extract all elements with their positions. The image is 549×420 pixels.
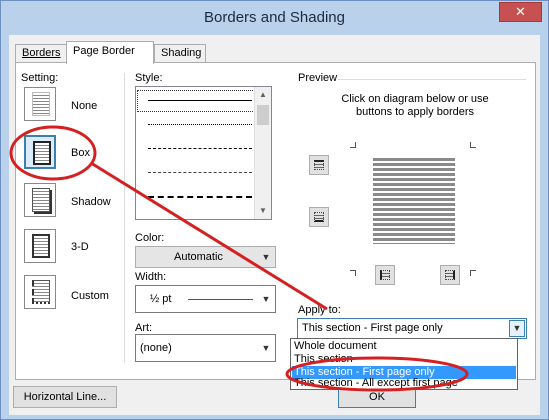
style-dashed-small[interactable] bbox=[136, 137, 260, 161]
tab-label: Shading bbox=[161, 47, 202, 59]
style-label: Style: bbox=[135, 72, 163, 84]
page-icon bbox=[32, 188, 50, 212]
preview-label: Preview bbox=[298, 72, 338, 84]
dropdown-option[interactable]: This section - All except first page bbox=[292, 377, 516, 390]
apply-to-label: Apply to: bbox=[298, 304, 341, 316]
style-solid[interactable] bbox=[136, 89, 260, 113]
corner-mark bbox=[470, 270, 476, 276]
close-button[interactable]: ✕ bbox=[499, 2, 542, 22]
preview-text-lines bbox=[373, 156, 455, 244]
tab-shading[interactable]: Shading bbox=[154, 44, 206, 63]
chevron-down-icon[interactable]: ▼ bbox=[509, 320, 525, 337]
setting-none-icon[interactable] bbox=[24, 87, 56, 121]
art-combo[interactable]: (none) ▼ bbox=[135, 334, 276, 362]
apply-to-combo[interactable]: This section - First page only ▼ bbox=[297, 318, 527, 339]
left-border-button[interactable] bbox=[375, 265, 395, 285]
corner-mark bbox=[470, 142, 476, 148]
color-combo[interactable]: Automatic ▼ bbox=[135, 246, 276, 268]
page-icon bbox=[33, 141, 51, 165]
setting-shadow-label[interactable]: Shadow bbox=[71, 196, 111, 208]
style-dash-dot[interactable] bbox=[136, 161, 260, 185]
page-border-panel: Setting: None Box Shadow 3-D Custom Styl… bbox=[15, 62, 536, 380]
dropdown-option[interactable]: Whole document bbox=[292, 340, 516, 353]
tab-label: Page Border bbox=[73, 45, 135, 57]
style-dashed-large[interactable] bbox=[136, 185, 260, 209]
art-label: Art: bbox=[135, 322, 153, 334]
line-sample bbox=[148, 148, 252, 149]
chevron-down-icon[interactable]: ▼ bbox=[258, 290, 274, 308]
chevron-down-icon[interactable]: ▼ bbox=[258, 339, 274, 357]
setting-custom-label[interactable]: Custom bbox=[71, 290, 109, 302]
line-sample bbox=[148, 124, 252, 125]
corner-mark bbox=[350, 270, 356, 276]
line-sample bbox=[148, 172, 252, 173]
dialog-window: Borders and Shading ✕ Borders Page Borde… bbox=[0, 0, 549, 420]
dropdown-option[interactable]: This section bbox=[292, 353, 516, 366]
preview-instructions: Click on diagram below or use buttons to… bbox=[341, 93, 489, 118]
style-list[interactable]: ▲ ▼ bbox=[135, 86, 272, 220]
scroll-down-icon[interactable]: ▼ bbox=[255, 203, 271, 219]
apply-to-value: This section - First page only bbox=[302, 322, 443, 334]
page-icon bbox=[32, 280, 50, 304]
border-right-icon bbox=[445, 270, 455, 280]
setting-shadow-icon[interactable] bbox=[24, 183, 56, 217]
width-value: ½ pt bbox=[150, 293, 172, 305]
color-label: Color: bbox=[135, 232, 165, 244]
color-value: Automatic bbox=[174, 251, 223, 263]
width-combo[interactable]: ½ pt ▼ bbox=[135, 285, 276, 313]
setting-label: Setting: bbox=[21, 72, 59, 84]
preview-divider bbox=[338, 79, 526, 80]
close-icon: ✕ bbox=[515, 4, 526, 19]
border-bottom-icon bbox=[314, 212, 324, 222]
top-border-button[interactable] bbox=[309, 155, 329, 175]
right-border-button[interactable] bbox=[440, 265, 460, 285]
setting-3d-icon[interactable] bbox=[24, 229, 56, 263]
line-sample bbox=[148, 100, 252, 101]
style-scrollbar[interactable]: ▲ ▼ bbox=[254, 87, 271, 219]
border-top-icon bbox=[314, 160, 324, 170]
scroll-thumb[interactable] bbox=[257, 105, 269, 125]
divider bbox=[124, 73, 125, 363]
tab-label: Borders bbox=[22, 47, 61, 59]
line-sample bbox=[148, 196, 252, 198]
width-label: Width: bbox=[135, 271, 167, 283]
preview-diagram[interactable] bbox=[350, 142, 476, 276]
setting-none-label[interactable]: None bbox=[71, 100, 97, 112]
bottom-border-button[interactable] bbox=[309, 207, 329, 227]
button-label: Horizontal Line... bbox=[23, 391, 107, 403]
apply-to-dropdown[interactable]: Whole document This section This section… bbox=[290, 338, 518, 390]
style-dotted[interactable] bbox=[136, 113, 260, 137]
tab-page-border[interactable]: Page Border bbox=[66, 41, 154, 64]
window-title: Borders and Shading bbox=[204, 9, 345, 26]
setting-custom-icon[interactable] bbox=[24, 275, 56, 309]
art-value: (none) bbox=[140, 342, 172, 354]
chevron-down-icon[interactable]: ▼ bbox=[258, 248, 274, 266]
setting-box-icon[interactable] bbox=[24, 135, 56, 169]
setting-3d-label[interactable]: 3-D bbox=[71, 241, 89, 253]
border-left-icon bbox=[380, 270, 390, 280]
title-bar[interactable]: Borders and Shading ✕ bbox=[1, 1, 548, 35]
scroll-up-icon[interactable]: ▲ bbox=[255, 87, 271, 103]
setting-box-label[interactable]: Box bbox=[71, 147, 90, 159]
corner-mark bbox=[350, 142, 356, 148]
tab-borders[interactable]: Borders bbox=[15, 44, 67, 63]
page-icon bbox=[32, 234, 50, 258]
button-label: OK bbox=[369, 391, 385, 403]
width-sample-line bbox=[188, 299, 253, 300]
page-icon bbox=[32, 92, 50, 116]
horizontal-line-button[interactable]: Horizontal Line... bbox=[13, 386, 117, 408]
